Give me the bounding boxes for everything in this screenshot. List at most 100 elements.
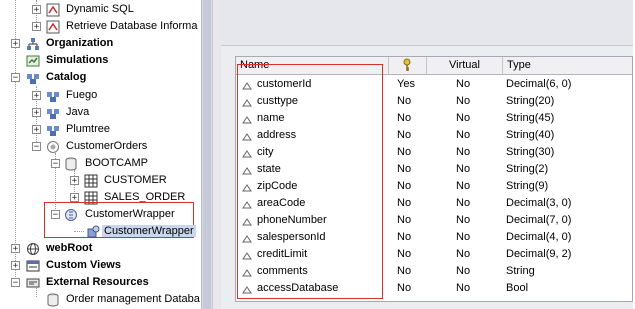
views-icon <box>26 259 40 273</box>
tree-item-label[interactable]: CustomerWrapper <box>85 208 175 220</box>
catalog-icon <box>26 71 40 85</box>
expand-toggle[interactable]: + <box>32 91 41 101</box>
expand-toggle[interactable]: + <box>11 244 20 254</box>
key-icon <box>401 58 413 78</box>
cell-virtual: No <box>456 146 471 158</box>
tree-item-label[interactable]: webRoot <box>46 242 92 254</box>
cell-key: No <box>397 231 412 243</box>
cell-virtual: No <box>456 214 471 226</box>
tree-item-label[interactable]: Fuego <box>66 89 97 101</box>
module-icon <box>46 89 60 103</box>
expand-toggle[interactable]: + <box>70 176 79 186</box>
cell-virtual: No <box>456 197 471 209</box>
highlight-box <box>237 64 383 299</box>
tree-item-label[interactable]: Organization <box>46 37 113 49</box>
collapse-toggle[interactable]: − <box>32 142 41 152</box>
tree-item-label[interactable]: Custom Views <box>46 259 121 271</box>
cell-type: String(9) <box>506 180 549 192</box>
tree-item-label[interactable]: CustomerOrders <box>66 140 147 152</box>
column-header-virtual[interactable]: Virtual <box>427 57 503 74</box>
cell-type: String <box>506 265 535 277</box>
tree-item-label[interactable]: Plumtree <box>66 123 110 135</box>
module-icon <box>46 123 60 137</box>
scrollbar-thumb[interactable] <box>203 0 211 309</box>
cell-type: String(45) <box>506 112 555 124</box>
column-header-type[interactable]: Type <box>503 57 632 74</box>
column-header-key[interactable] <box>389 57 427 74</box>
module-icon <box>46 140 60 154</box>
expand-toggle[interactable]: + <box>32 5 41 15</box>
cell-type: String(30) <box>506 146 555 158</box>
cell-key: No <box>397 112 412 124</box>
collapse-toggle[interactable]: − <box>51 210 60 220</box>
cell-key: No <box>397 248 412 260</box>
external-resources-icon <box>26 276 40 290</box>
tree-item-label[interactable]: Order management Databa <box>66 293 200 305</box>
cell-virtual: No <box>456 78 471 90</box>
cell-key: No <box>397 163 412 175</box>
expand-toggle[interactable]: + <box>11 261 20 271</box>
cell-type: Decimal(3, 0) <box>506 197 572 209</box>
cell-key: No <box>397 214 412 226</box>
sql-icon <box>46 3 60 17</box>
cell-key: No <box>397 265 412 277</box>
collapse-toggle[interactable]: − <box>51 159 60 169</box>
cell-key: Yes <box>397 78 415 90</box>
cell-key: No <box>397 197 412 209</box>
collapse-toggle[interactable]: − <box>11 73 20 83</box>
tree-item-label[interactable]: Retrieve Database Informa <box>66 20 197 32</box>
tree-item-label[interactable]: External Resources <box>46 276 149 288</box>
collapse-toggle[interactable]: − <box>11 278 20 288</box>
module-icon <box>46 106 60 120</box>
cell-type: Decimal(7, 0) <box>506 214 572 226</box>
tree-guide <box>74 231 84 232</box>
cell-virtual: No <box>456 265 471 277</box>
cell-type: String(20) <box>506 95 555 107</box>
cell-virtual: No <box>456 129 471 141</box>
tree-item-label[interactable]: Dynamic SQL <box>66 3 134 15</box>
cell-virtual: No <box>456 231 471 243</box>
cell-virtual: No <box>456 180 471 192</box>
sql-icon <box>46 20 60 34</box>
cell-type: String(2) <box>506 163 549 175</box>
cell-virtual: No <box>456 95 471 107</box>
properties-pane: Name Virtual Type customerId Yes No Decimal… <box>221 0 633 309</box>
database-icon <box>64 157 78 171</box>
tree-scrollbar[interactable] <box>201 0 212 309</box>
cell-type: Decimal(9, 2) <box>506 248 572 260</box>
tree-item-label[interactable]: BOOTCAMP <box>85 157 148 169</box>
simulations-icon <box>26 54 40 68</box>
cell-virtual: No <box>456 112 471 124</box>
expand-toggle[interactable]: + <box>32 108 41 118</box>
expand-toggle[interactable]: + <box>11 39 20 49</box>
tree-item-label[interactable]: CUSTOMER <box>104 174 167 186</box>
tree-item-label[interactable]: Catalog <box>46 71 86 83</box>
cell-key: No <box>397 146 412 158</box>
expand-toggle[interactable]: + <box>70 193 79 203</box>
cell-virtual: No <box>456 163 471 175</box>
pane-header-area <box>221 0 633 46</box>
catalog-tree[interactable]: + Dynamic SQL + Retrieve Database Inform… <box>0 0 201 309</box>
cell-type: Decimal(4, 0) <box>506 231 572 243</box>
tree-item-label[interactable]: Simulations <box>46 54 108 66</box>
cell-key: No <box>397 180 412 192</box>
globe-icon <box>26 242 40 256</box>
expand-toggle[interactable]: + <box>32 22 41 32</box>
tree-item-label[interactable]: CustomerWrapper <box>102 225 196 237</box>
database-icon <box>46 293 60 307</box>
cell-key: No <box>397 95 412 107</box>
organization-icon <box>26 37 40 51</box>
cell-type: Bool <box>506 282 529 294</box>
tree-guide <box>36 287 37 297</box>
component-icon <box>86 224 100 238</box>
cell-key: No <box>397 282 412 294</box>
cell-type: Decimal(6, 0) <box>506 78 572 90</box>
wrapper-icon <box>64 208 78 222</box>
cell-virtual: No <box>456 282 471 294</box>
cell-virtual: No <box>456 248 471 260</box>
tree-item-label[interactable]: Java <box>66 106 89 118</box>
expand-toggle[interactable]: + <box>32 125 41 135</box>
cell-key: No <box>397 129 412 141</box>
table-icon <box>84 174 98 188</box>
cell-type: String(40) <box>506 129 555 141</box>
